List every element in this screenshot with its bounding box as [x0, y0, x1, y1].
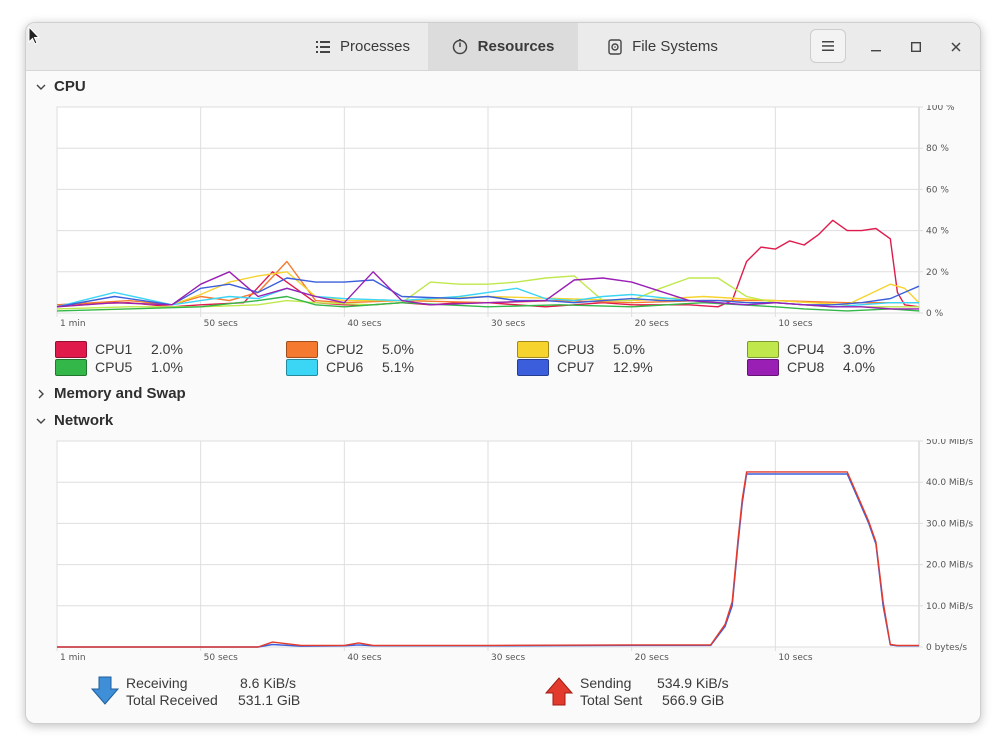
- gauge-icon: [452, 38, 468, 55]
- network-section-header[interactable]: Network: [36, 412, 113, 429]
- tab-resources-label: Resources: [477, 38, 555, 55]
- sending-label: Sending: [580, 674, 632, 691]
- cpu-legend-name: CPU8: [787, 359, 825, 375]
- cpu-legend-value: 3.0%: [843, 341, 875, 357]
- tab-processes-label: Processes: [339, 38, 411, 55]
- cpu-y-tick-label: 60 %: [926, 185, 949, 195]
- network-y-tick-label: 30.0 MiB/s: [926, 519, 973, 529]
- cpu-legend-item[interactable]: CPU8 4.0%: [747, 358, 875, 376]
- network-x-tick-label: 10 secs: [778, 653, 812, 663]
- network-y-tick-label: 40.0 MiB/s: [926, 478, 973, 488]
- cpu-legend-item[interactable]: CPU6 5.1%: [286, 358, 414, 376]
- total-received-value: 531.1 GiB: [238, 691, 301, 708]
- cpu-legend-name: CPU7: [557, 359, 595, 375]
- network-x-tick-label: 1 min: [60, 653, 86, 663]
- cpu-legend-name: CPU2: [326, 341, 364, 357]
- cpu-legend-value: 5.1%: [382, 359, 414, 375]
- cpu-legend-value: 12.9%: [613, 359, 653, 375]
- upload-arrow-icon: [544, 677, 574, 706]
- network-x-tick-label: 20 secs: [635, 653, 669, 663]
- maximize-button[interactable]: [904, 35, 928, 59]
- network-x-tick-label: 30 secs: [491, 653, 525, 663]
- cpu3-color-swatch[interactable]: [517, 340, 549, 358]
- cpu-legend-item[interactable]: CPU5 1.0%: [55, 358, 183, 376]
- mouse-pointer-icon: [28, 26, 41, 45]
- cpu-legend-name: CPU6: [326, 359, 364, 375]
- hamburger-icon: [822, 41, 834, 51]
- network-y-tick-label: 20.0 MiB/s: [926, 561, 973, 571]
- cpu-legend-name: CPU4: [787, 341, 825, 357]
- cpu-x-tick-label: 20 secs: [635, 319, 669, 329]
- network-section-title: Network: [54, 412, 114, 429]
- cpu-legend-value: 1.0%: [151, 359, 183, 375]
- tab-file-systems-label: File Systems: [632, 38, 718, 55]
- network-y-tick-label: 0 bytes/s: [926, 643, 967, 653]
- header-bar: Processes Resources File Systems: [26, 23, 980, 71]
- total-sent-value: 566.9 GiB: [662, 691, 725, 708]
- cpu-section-title: CPU: [54, 78, 86, 95]
- cpu-history-chart: 100 % 80 % 60 % 40 % 20 % 0 % 1 min 50 secs 40 s…: [56, 105, 955, 329]
- network-x-tick-label: 40 secs: [347, 653, 381, 663]
- main-menu-button[interactable]: [810, 29, 846, 63]
- tab-file-systems[interactable]: File Systems: [578, 23, 748, 70]
- list-icon: [315, 40, 330, 54]
- close-button[interactable]: [944, 35, 968, 59]
- cpu-y-tick-label: 0 %: [926, 309, 944, 319]
- network-history-chart: 50.0 MiB/s 40.0 MiB/s 30.0 MiB/s 20.0 MiB/s…: [56, 439, 973, 663]
- memory-section-header[interactable]: Memory and Swap: [36, 385, 186, 402]
- cpu-y-tick-label: 80 %: [926, 144, 949, 154]
- cpu4-color-swatch[interactable]: [747, 340, 779, 358]
- network-y-tick-label: 50.0 MiB/s: [926, 439, 973, 447]
- cpu-legend-value: 5.0%: [613, 341, 645, 357]
- system-monitor-window: Processes Resources File Systems CPU 100…: [25, 22, 981, 724]
- cpu-legend-value: 5.0%: [382, 341, 414, 357]
- cpu2-color-swatch[interactable]: [286, 340, 318, 358]
- tab-resources[interactable]: Resources: [428, 23, 578, 70]
- receiving-rate: 8.6 KiB/s: [240, 674, 297, 691]
- receiving-label: Receiving: [126, 674, 188, 691]
- cpu-y-tick-label: 40 %: [926, 227, 949, 237]
- cpu-y-tick-label: 20 %: [926, 268, 949, 278]
- chevron-right-icon: [38, 389, 44, 398]
- memory-section-title: Memory and Swap: [54, 385, 186, 402]
- network-x-tick-label: 50 secs: [204, 653, 238, 663]
- cpu8-color-swatch[interactable]: [747, 358, 779, 376]
- cpu-x-tick-label: 40 secs: [347, 319, 381, 329]
- cpu-legend-name: CPU1: [95, 341, 133, 357]
- tab-processes[interactable]: Processes: [298, 23, 428, 70]
- cpu7-color-swatch[interactable]: [517, 358, 549, 376]
- cpu-legend-value: 2.0%: [151, 341, 183, 357]
- cpu-x-tick-label: 10 secs: [778, 319, 812, 329]
- chevron-down-icon: [36, 84, 46, 90]
- download-arrow-icon: [90, 676, 120, 705]
- cpu-legend-item[interactable]: CPU3 5.0%: [517, 340, 645, 358]
- cpu-legend-item[interactable]: CPU7 12.9%: [517, 358, 653, 376]
- minimize-button[interactable]: [864, 35, 888, 59]
- cpu-legend: CPU1 2.0% CPU2 5.0% CPU3 5.0% CPU4 3.0% …: [55, 340, 955, 380]
- maximize-icon: [911, 42, 921, 52]
- cpu-legend-item[interactable]: CPU1 2.0%: [55, 340, 183, 358]
- total-sent-label: Total Sent: [580, 691, 643, 708]
- network-y-tick-label: 10.0 MiB/s: [926, 602, 973, 612]
- cpu-legend-item[interactable]: CPU2 5.0%: [286, 340, 414, 358]
- minimize-icon: [871, 50, 881, 52]
- chevron-down-icon: [36, 418, 46, 424]
- cpu-x-tick-label: 30 secs: [491, 319, 525, 329]
- cpu-legend-name: CPU5: [95, 359, 133, 375]
- cpu-legend-value: 4.0%: [843, 359, 875, 375]
- cpu6-color-swatch[interactable]: [286, 358, 318, 376]
- cpu-x-tick-label: 1 min: [60, 319, 86, 329]
- cpu1-color-swatch[interactable]: [55, 340, 87, 358]
- cpu-legend-item[interactable]: CPU4 3.0%: [747, 340, 875, 358]
- cpu-legend-name: CPU3: [557, 341, 595, 357]
- cpu-x-tick-label: 50 secs: [204, 319, 238, 329]
- cpu5-color-swatch[interactable]: [55, 358, 87, 376]
- disk-icon: [608, 38, 622, 55]
- close-icon: [951, 42, 961, 52]
- cpu-y-tick-label: 100 %: [926, 105, 955, 113]
- total-received-label: Total Received: [126, 691, 218, 708]
- sending-rate: 534.9 KiB/s: [657, 674, 729, 691]
- cpu-section-header[interactable]: CPU: [36, 78, 86, 95]
